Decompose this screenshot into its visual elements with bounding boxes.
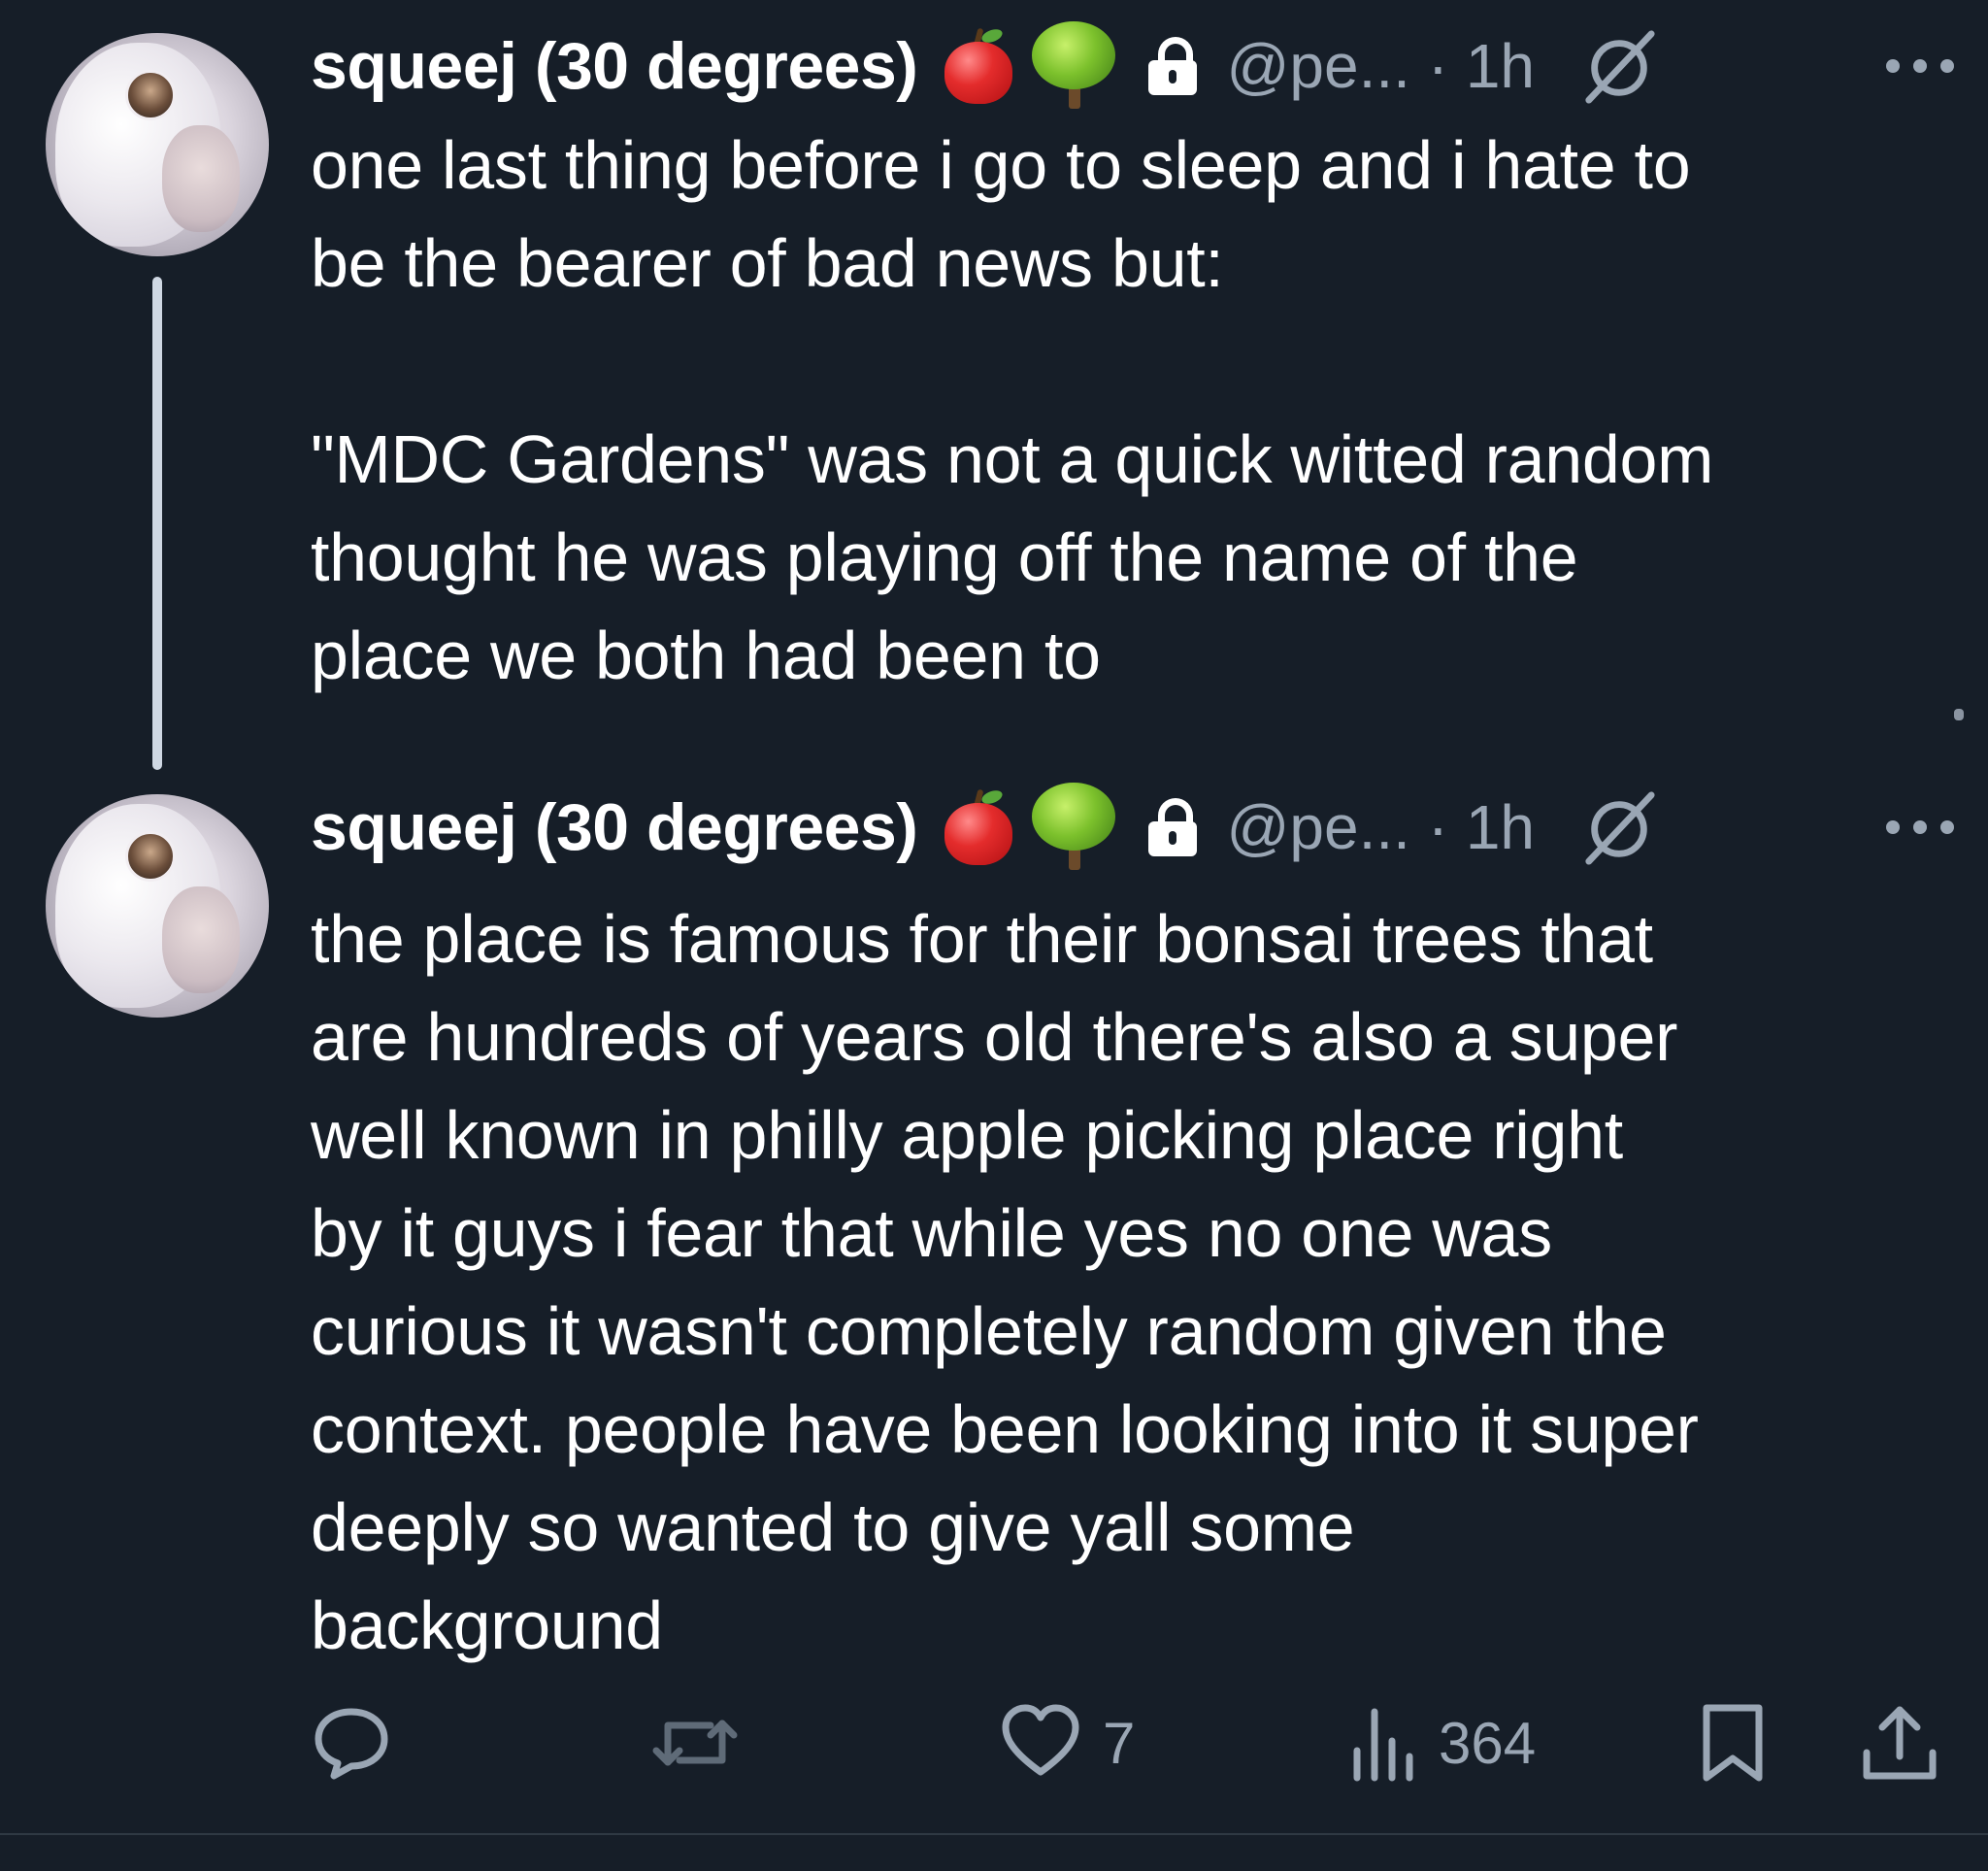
views-chart-icon	[1353, 1708, 1413, 1782]
apple-emoji-icon	[941, 787, 1016, 865]
retweet-button[interactable]	[650, 1699, 761, 1787]
heart-icon	[1002, 1704, 1079, 1776]
tweet-header: squeej (30 degrees) @pe... · 1h	[311, 21, 1959, 109]
view-count: 364	[1439, 1710, 1537, 1776]
share-button[interactable]	[1859, 1699, 1940, 1787]
scrollbar-thumb[interactable]	[1954, 709, 1964, 720]
avatar[interactable]	[46, 794, 269, 1018]
tweet-header: squeej (30 degrees) @pe... · 1h	[311, 783, 1959, 870]
bookmark-button[interactable]	[1699, 1699, 1767, 1787]
avatar[interactable]	[46, 33, 269, 256]
like-count: 7	[1103, 1710, 1136, 1776]
share-icon	[1863, 1706, 1937, 1780]
author-name[interactable]: squeej (30 degrees)	[311, 28, 918, 104]
grok-icon[interactable]	[1581, 28, 1657, 104]
tweet[interactable]: squeej (30 degrees) @pe... · 1h one last…	[0, 0, 1988, 777]
author-handle[interactable]: @pe... · 1h	[1226, 30, 1535, 102]
grok-icon[interactable]	[1581, 789, 1657, 865]
divider	[0, 1833, 1988, 1835]
more-options-icon[interactable]	[1881, 51, 1959, 81]
tree-emoji-icon	[1032, 21, 1116, 111]
views-button[interactable]: 364	[1349, 1699, 1536, 1787]
tweet[interactable]: squeej (30 degrees) @pe... · 1h the plac…	[0, 777, 1988, 1845]
tweet-text: one last thing before i go to sleep and …	[311, 127, 1714, 693]
retweet-icon	[652, 1720, 738, 1766]
bookmark-icon	[1703, 1704, 1763, 1782]
apple-emoji-icon	[941, 26, 1016, 104]
lock-icon	[1148, 798, 1198, 856]
author-handle[interactable]: @pe... · 1h	[1226, 791, 1535, 863]
reply-icon	[315, 1708, 388, 1780]
author-name[interactable]: squeej (30 degrees)	[311, 789, 918, 865]
tree-emoji-icon	[1032, 783, 1116, 872]
like-button[interactable]: 7	[1000, 1699, 1135, 1787]
lock-icon	[1148, 37, 1198, 95]
timestamp[interactable]: 1h	[1466, 31, 1535, 101]
tweet-text: the place is famous for their bonsai tre…	[311, 901, 1699, 1663]
tweet-actions: 7 364	[311, 1699, 1941, 1787]
thread-connector-line	[152, 277, 162, 770]
more-options-icon[interactable]	[1881, 813, 1959, 842]
reply-button[interactable]	[311, 1699, 414, 1787]
timestamp[interactable]: 1h	[1466, 792, 1535, 862]
